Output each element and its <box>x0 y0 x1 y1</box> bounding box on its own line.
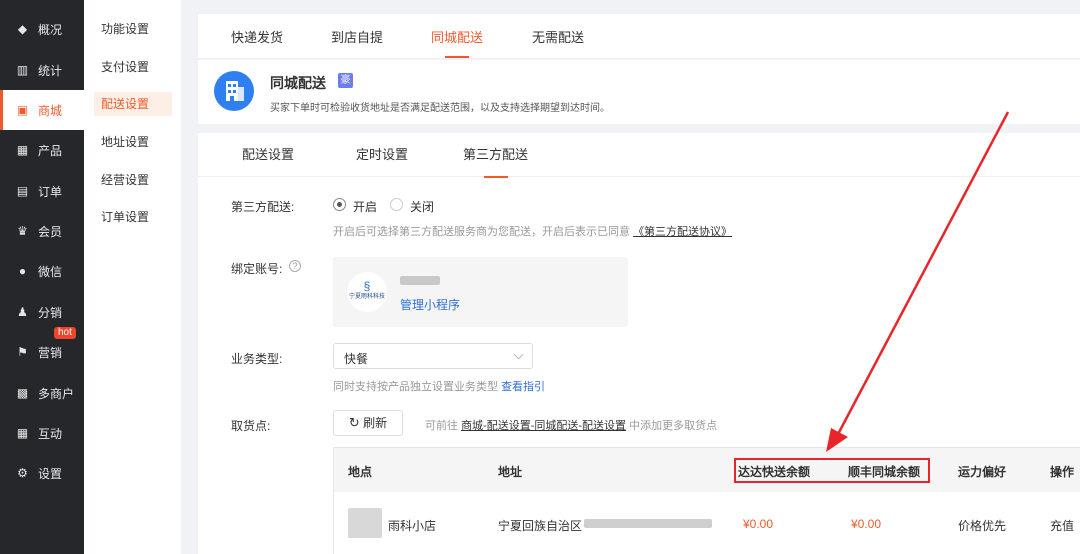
annotation-arrow <box>826 111 1010 452</box>
